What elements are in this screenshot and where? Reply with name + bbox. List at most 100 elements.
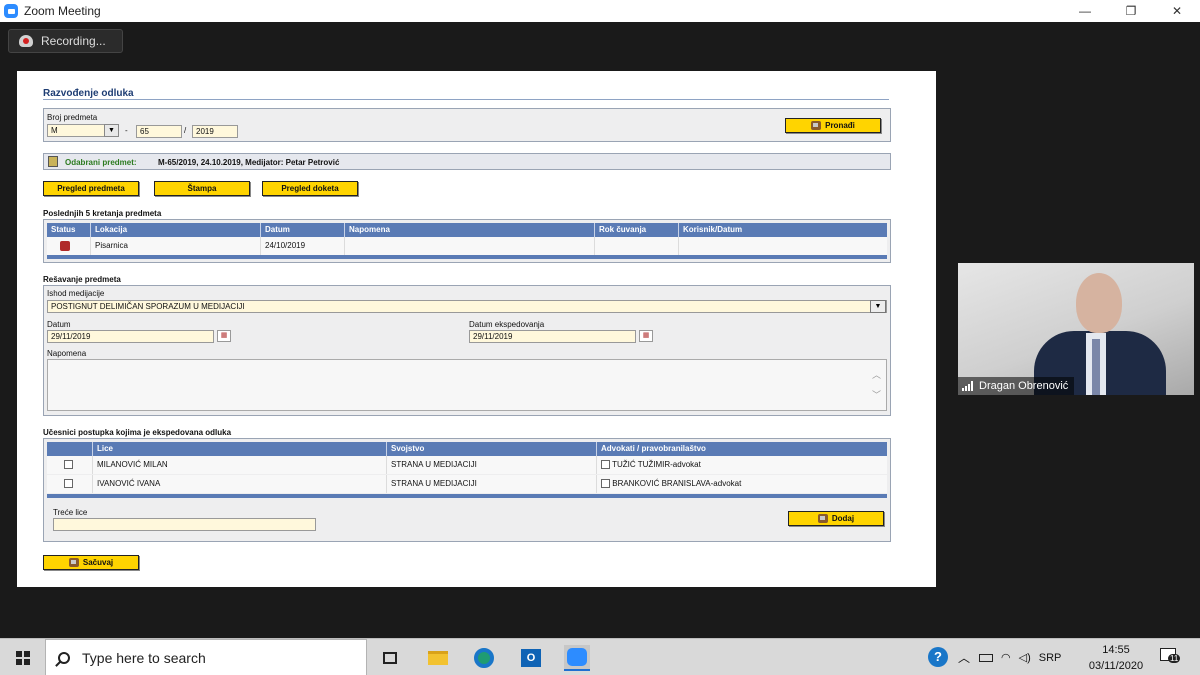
participant-video-tile[interactable]: Dragan Obrenović: [958, 263, 1194, 395]
edge-browser-icon[interactable]: [471, 645, 497, 671]
window-titlebar: Zoom Meeting — ❐ ✕: [0, 0, 1200, 22]
select-cell: [47, 456, 93, 474]
advokat-checkbox[interactable]: [601, 479, 610, 489]
language-indicator[interactable]: SRP: [1039, 652, 1062, 664]
save-button[interactable]: Sačuvaj: [43, 555, 139, 570]
taskbar-search[interactable]: Type here to search: [45, 639, 367, 675]
recording-indicator[interactable]: Recording...: [8, 29, 123, 53]
selected-case-panel: Odabrani predmet: M-65/2019, 24.10.2019,…: [43, 153, 891, 170]
date-input[interactable]: 29/11/2019: [47, 330, 214, 343]
table-row[interactable]: IVANOVIĆ IVANA STRANA U MEDIJACIJI BRANK…: [47, 475, 887, 493]
outcome-select[interactable]: POSTIGNUT DELIMIČAN SPORAZUM U MEDIJACIJ…: [47, 300, 887, 313]
col-status: Status: [47, 223, 91, 237]
scroll-down-icon[interactable]: ﹀: [872, 388, 881, 401]
third-party-label: Treće lice: [53, 508, 88, 517]
participant-checkbox[interactable]: [64, 479, 73, 489]
outcome-label: Ishod medijacije: [47, 289, 105, 298]
advokat-cell: TUŽIĆ TUŽIMIR-advokat: [597, 456, 887, 474]
advokat-name: TUŽIĆ TUŽIMIR-advokat: [612, 460, 701, 469]
resolve-panel: Ishod medijacije POSTIGNUT DELIMIČAN SPO…: [43, 285, 891, 416]
lice-cell: IVANOVIĆ IVANA: [93, 475, 387, 493]
window-title: Zoom Meeting: [24, 4, 101, 18]
participant-checkbox[interactable]: [64, 460, 73, 470]
note-textarea[interactable]: [47, 359, 887, 411]
case-type-value: M: [51, 126, 58, 135]
participants-panel: Lice Svojstvo Advokati / pravobranilaštv…: [43, 438, 891, 542]
page-title: Razvođenje odluka: [43, 88, 134, 99]
status-icon: [60, 241, 70, 251]
dispatch-date-input[interactable]: 29/11/2019: [469, 330, 636, 343]
zoom-taskbar-icon[interactable]: [564, 645, 590, 671]
zoom-app-icon: [4, 4, 18, 18]
korisnik-cell: [679, 237, 887, 255]
chevron-up-icon[interactable]: ︿: [958, 649, 970, 666]
add-button[interactable]: Dodaj: [788, 511, 884, 526]
find-icon: [811, 121, 822, 130]
document-icon: [48, 156, 58, 167]
find-button[interactable]: Pronađi: [785, 118, 881, 133]
clock-date: 03/11/2020: [1088, 660, 1144, 672]
recording-cloud-icon: [19, 35, 33, 47]
movements-table-header: Status Lokacija Datum Napomena Rok čuvan…: [47, 223, 887, 237]
selected-case-label: Odabrani predmet:: [65, 158, 137, 167]
advokat-checkbox[interactable]: [601, 460, 610, 470]
wifi-icon[interactable]: ◠: [1001, 651, 1011, 664]
participants-section-title: Učesnici postupka kojima je ekspedovana …: [43, 428, 232, 437]
notifications-icon[interactable]: 11: [1160, 648, 1182, 668]
volume-icon[interactable]: ◁): [1019, 651, 1031, 664]
participant-head: [1076, 273, 1122, 333]
date-label: Datum: [47, 320, 71, 329]
restore-button[interactable]: ❐: [1108, 0, 1154, 22]
table-row[interactable]: Pisarnica 24/10/2019: [47, 237, 887, 255]
participants-table-header: Lice Svojstvo Advokati / pravobranilaštv…: [47, 442, 887, 456]
case-year-input[interactable]: 2019: [192, 125, 238, 138]
advokat-cell: BRANKOVIĆ BRANISLAVA-advokat: [597, 475, 887, 493]
movements-section-title: Poslednjih 5 kretanja predmeta: [43, 209, 162, 218]
recording-label: Recording...: [41, 34, 106, 48]
minimize-button[interactable]: —: [1062, 0, 1108, 22]
save-button-label: Sačuvaj: [82, 558, 114, 567]
print-button[interactable]: Štampa: [154, 181, 250, 196]
participant-tie: [1092, 339, 1100, 395]
outcome-dropdown-icon[interactable]: ▼: [870, 300, 886, 313]
lokacija-cell: Pisarnica: [91, 237, 261, 255]
rok-cell: [595, 237, 679, 255]
dispatch-date-label: Datum ekspedovanja: [469, 320, 545, 329]
selected-case-value: M-65/2019, 24.10.2019, Medijator: Petar …: [158, 158, 340, 167]
calendar-icon[interactable]: ▦: [639, 330, 653, 342]
col-lokacija: Lokacija: [91, 223, 261, 237]
case-number-panel: Broj predmeta M ▼ - 65 / 2019 Pronađi: [43, 108, 891, 142]
notifications-badge: 11: [1168, 654, 1181, 663]
help-icon[interactable]: ?: [928, 647, 948, 667]
calendar-icon[interactable]: ▦: [217, 330, 231, 342]
outlook-icon[interactable]: O: [518, 645, 544, 671]
movements-table-footer: [47, 255, 887, 259]
lice-cell: MILANOVIĆ MILAN: [93, 456, 387, 474]
case-type-dropdown-icon[interactable]: ▼: [104, 124, 119, 137]
add-button-label: Dodaj: [831, 514, 855, 523]
col-korisnik-datum: Korisnik/Datum: [683, 225, 743, 234]
select-cell: [47, 475, 93, 493]
col-datum: Datum: [261, 223, 345, 237]
add-icon: [817, 514, 828, 523]
close-button[interactable]: ✕: [1154, 0, 1200, 22]
third-party-input[interactable]: [53, 518, 316, 531]
battery-icon[interactable]: [979, 653, 994, 662]
docket-overview-button[interactable]: Pregled doketa: [262, 181, 358, 196]
taskbar-clock[interactable]: 14:55 03/11/2020: [1080, 642, 1152, 674]
col-napomena: Napomena: [345, 223, 595, 237]
search-icon: [58, 651, 70, 664]
task-view-icon[interactable]: [377, 645, 403, 671]
start-button[interactable]: [0, 639, 45, 675]
title-divider: [43, 99, 889, 100]
table-row[interactable]: MILANOVIĆ MILAN STRANA U MEDIJACIJI TUŽI…: [47, 456, 887, 474]
col-rok-cuvanja: Rok čuvanja: [595, 223, 679, 237]
case-number-input[interactable]: 65: [136, 125, 182, 138]
find-button-label: Pronađi: [825, 121, 855, 130]
file-explorer-icon[interactable]: [425, 645, 451, 671]
windows-logo-icon: [15, 650, 30, 665]
save-icon: [68, 558, 79, 567]
case-overview-button[interactable]: Pregled predmeta: [43, 181, 139, 196]
scroll-up-icon[interactable]: ︿: [872, 368, 881, 381]
napomena-cell: [345, 237, 595, 255]
